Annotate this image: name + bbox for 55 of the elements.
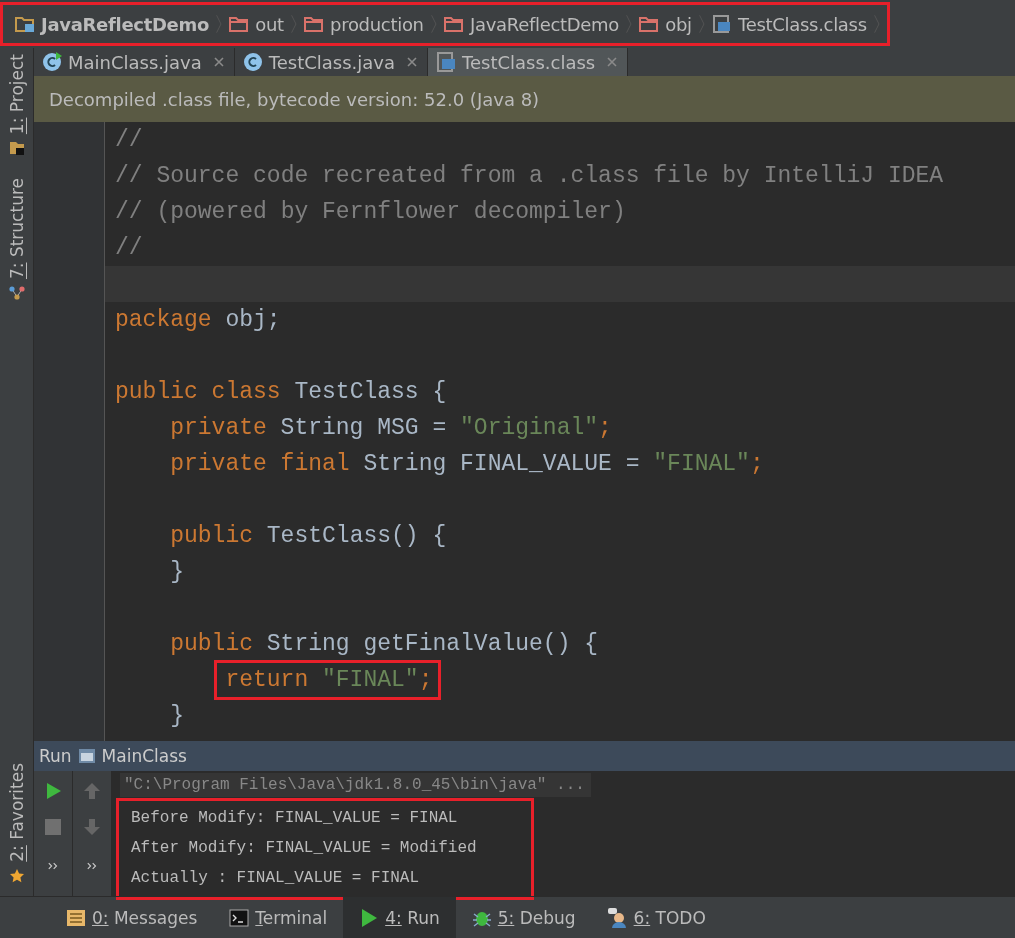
code-line: private String MSG = "Original"; (170, 414, 612, 443)
tool-window-tab[interactable]: 5: Debug (455, 897, 592, 938)
structure-icon (8, 285, 25, 302)
folder-icon (8, 140, 25, 157)
decompiled-notice: Decompiled .class file, bytecode version: 52.0 (Java 8) (34, 76, 1015, 122)
class-file-icon (436, 52, 456, 72)
code-line: // (115, 234, 143, 263)
output-line: Before Modify: FINAL_VALUE = FINAL (131, 808, 459, 829)
window-icon (77, 748, 96, 764)
tool-window-tab[interactable]: 7: Structure (0, 178, 33, 302)
code-line: // Source code recreated from a .class file by IntelliJ IDEA (115, 162, 944, 191)
terminal-icon (229, 907, 250, 928)
code-line: private final String FINAL_VALUE = "FINAL"; (170, 450, 764, 479)
code-line: public TestClass() { (170, 522, 447, 551)
code-line: public String getFinalValue() { (170, 630, 599, 659)
editor-tab[interactable]: TestClass.class (428, 48, 629, 76)
breadcrumb-item[interactable]: out (229, 13, 284, 35)
stop-icon[interactable] (43, 817, 63, 837)
output-line: After Modify: FINAL_VALUE = Modified (131, 838, 478, 859)
tool-window-tab[interactable]: Terminal (213, 897, 344, 938)
class-icon (242, 52, 263, 72)
code-line: } (170, 558, 184, 587)
breadcrumb-item[interactable]: TestClass.class (712, 13, 867, 35)
close-icon[interactable] (213, 57, 224, 67)
class-icon (42, 52, 62, 72)
tool-window-tab[interactable]: 0: Messages (50, 897, 214, 938)
output-line: Actually : FINAL_VALUE = FINAL (131, 868, 421, 889)
class-file-icon (712, 15, 733, 33)
panel-title: Run (39, 746, 72, 766)
tool-window-tab[interactable]: 1: Project (0, 54, 33, 157)
code-line: // (powered by Fernflower decompiler) (115, 198, 626, 227)
breadcrumb-item[interactable]: obj (639, 13, 692, 35)
tool-window-tab[interactable]: 4: Run (343, 897, 456, 938)
folder-icon (229, 15, 250, 33)
run-configuration-name: MainClass (101, 746, 187, 766)
folder-icon (443, 15, 464, 33)
code-line: // (115, 126, 143, 155)
tool-window-tab[interactable]: 6: TODO (591, 897, 722, 938)
tool-window-tab[interactable]: 2: Favorites (0, 763, 33, 884)
folder-icon (639, 15, 660, 33)
breadcrumb-item[interactable]: JavaReflectDemo (15, 13, 210, 35)
folder-icon (304, 15, 325, 33)
close-icon[interactable] (407, 57, 417, 67)
breadcrumb-item[interactable]: production (304, 13, 424, 35)
code-line: public class TestClass { (115, 378, 447, 407)
messages-icon (66, 907, 86, 928)
up-arrow-icon[interactable] (82, 781, 102, 801)
code-line: package obj; (115, 306, 281, 335)
breadcrumb-item[interactable]: JavaReflectDemo (443, 13, 620, 35)
person-icon (607, 907, 628, 928)
code-line: } (170, 702, 184, 731)
down-arrow-icon[interactable] (82, 817, 102, 837)
project-folder-icon (15, 15, 35, 33)
star-icon (8, 868, 25, 884)
close-icon[interactable] (607, 57, 618, 67)
